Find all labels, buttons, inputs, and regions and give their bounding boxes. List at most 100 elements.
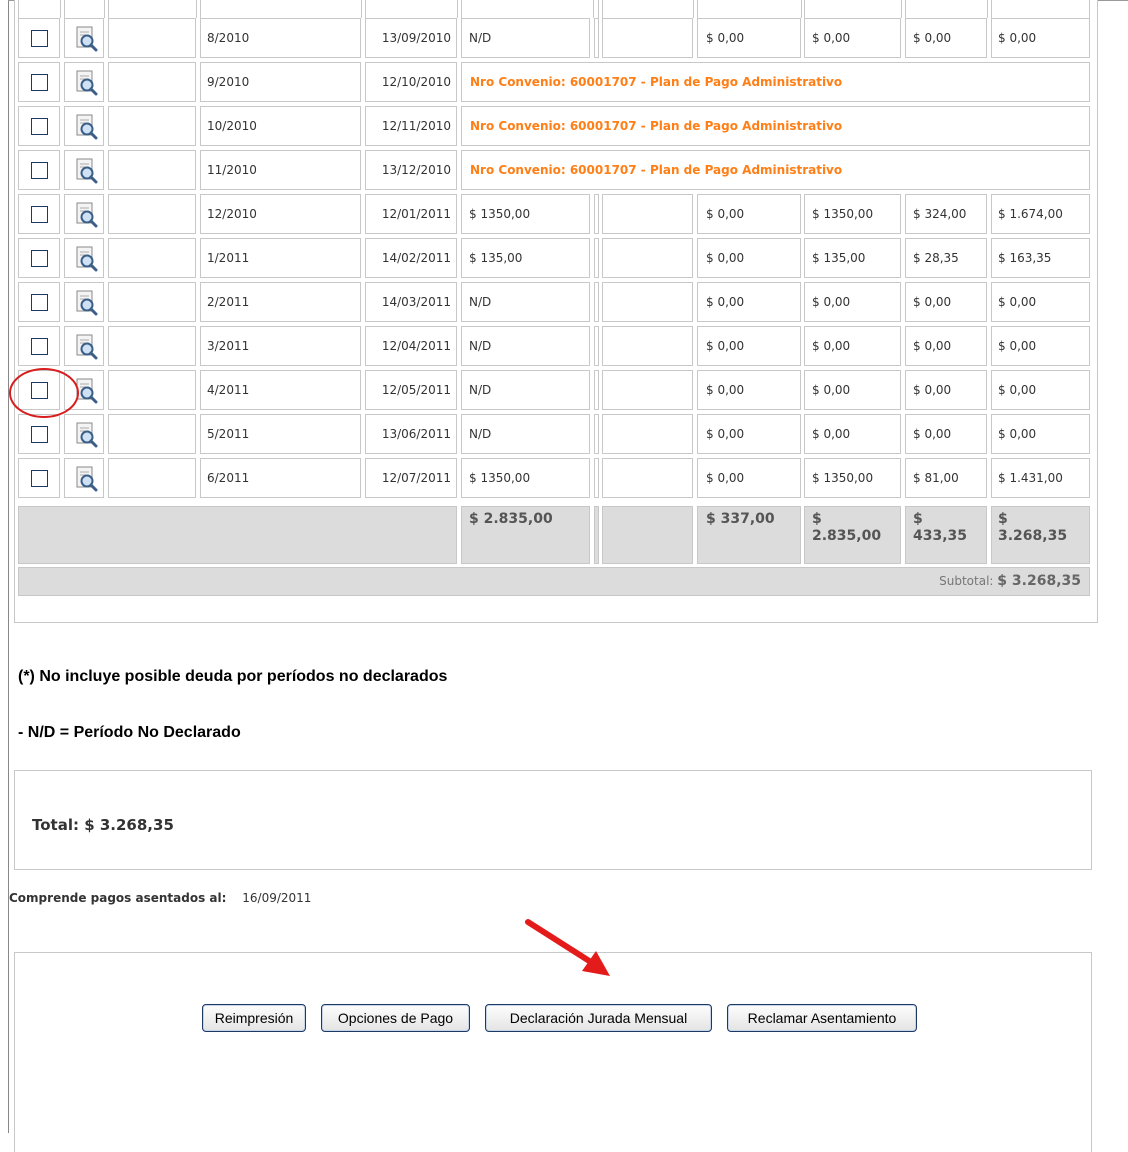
value-cell-1: $ 0,00 <box>697 414 801 454</box>
totals-separator <box>594 506 599 564</box>
separator-cell <box>594 194 599 234</box>
period-cell: 5/2011 <box>200 414 361 454</box>
pagos-date: 16/09/2011 <box>242 891 312 905</box>
value-cell-2: $ 1350,00 <box>804 458 901 498</box>
value-cell-3: $ 0,00 <box>905 18 987 58</box>
row-select-cell <box>18 150 60 190</box>
row-detail-button[interactable] <box>64 238 104 278</box>
table-row: 4/2011 12/05/2011 N/D $ 0,00 $ 0,00 $ 0,00 $ 0… <box>18 370 1090 414</box>
empty-cell <box>602 194 693 234</box>
empty-cell <box>602 282 693 322</box>
empty-cell <box>108 282 196 322</box>
table-row: 11/2010 13/12/2010 Nro Convenio: 60001707 … <box>18 150 1090 194</box>
annotation-circle <box>9 368 79 418</box>
row-checkbox[interactable] <box>31 426 48 443</box>
row-select-cell <box>18 106 60 146</box>
convenio-note: Nro Convenio: 60001707 - Plan de Pago Ad… <box>461 150 1090 190</box>
due-date-cell: 12/11/2010 <box>365 106 457 146</box>
table-row: 10/2010 12/11/2010 Nro Convenio: 60001707 … <box>18 106 1090 150</box>
row-checkbox[interactable] <box>31 74 48 91</box>
table-header-stub <box>18 0 1090 18</box>
total-v4: $ 3.268,35 <box>991 506 1090 564</box>
due-date-cell: 14/03/2011 <box>365 282 457 322</box>
subtotal-row: Subtotal: $ 3.268,35 <box>18 567 1090 596</box>
row-checkbox[interactable] <box>31 470 48 487</box>
importe-cell: N/D <box>461 414 590 454</box>
importe-cell: $ 1350,00 <box>461 194 590 234</box>
table-row: 9/2010 12/10/2010 Nro Convenio: 60001707 -… <box>18 62 1090 106</box>
due-date-cell: 13/06/2011 <box>365 414 457 454</box>
ddjj-mensual-button[interactable]: Declaración Jurada Mensual <box>485 1004 712 1032</box>
reclamar-asentamiento-button[interactable]: Reclamar Asentamiento <box>727 1004 917 1032</box>
total-v4-line2: 3.268,35 <box>998 528 1068 544</box>
due-date-cell: 12/04/2011 <box>365 326 457 366</box>
table-row: 6/2011 12/07/2011 $ 1350,00 $ 0,00 $ 1350,00… <box>18 458 1090 502</box>
empty-cell <box>108 326 196 366</box>
value-cell-1: $ 0,00 <box>697 18 801 58</box>
magnifier-document-icon <box>76 334 98 360</box>
period-cell: 11/2010 <box>200 150 361 190</box>
pagos-label: Comprende pagos asentados al: <box>9 891 227 905</box>
magnifier-document-icon <box>76 158 98 184</box>
period-cell: 10/2010 <box>200 106 361 146</box>
row-select-cell <box>18 326 60 366</box>
separator-cell <box>594 370 599 410</box>
empty-cell <box>108 150 196 190</box>
empty-cell <box>602 370 693 410</box>
total-importe: $ 2.835,00 <box>461 506 590 564</box>
row-detail-button[interactable] <box>64 282 104 322</box>
empty-cell <box>602 18 693 58</box>
row-checkbox[interactable] <box>31 250 48 267</box>
page-frame-left <box>8 0 9 1133</box>
row-checkbox[interactable] <box>31 294 48 311</box>
row-detail-button[interactable] <box>64 458 104 498</box>
row-checkbox[interactable] <box>31 206 48 223</box>
opciones-pago-button[interactable]: Opciones de Pago <box>321 1004 470 1032</box>
empty-cell <box>108 370 196 410</box>
total-v3-line1: $ <box>913 511 923 527</box>
total-v2-line2: 2.835,00 <box>812 528 882 544</box>
separator-cell <box>594 18 599 58</box>
row-select-cell <box>18 282 60 322</box>
value-cell-4: $ 0,00 <box>991 282 1090 322</box>
row-detail-button[interactable] <box>64 194 104 234</box>
row-select-cell <box>18 194 60 234</box>
magnifier-document-icon <box>76 290 98 316</box>
row-detail-button[interactable] <box>64 326 104 366</box>
convenio-note: Nro Convenio: 60001707 - Plan de Pago Ad… <box>461 106 1090 146</box>
value-cell-4: $ 0,00 <box>991 414 1090 454</box>
due-date-cell: 13/12/2010 <box>365 150 457 190</box>
period-cell: 9/2010 <box>200 62 361 102</box>
period-cell: 4/2011 <box>200 370 361 410</box>
separator-cell <box>594 282 599 322</box>
importe-cell: N/D <box>461 282 590 322</box>
row-detail-button[interactable] <box>64 106 104 146</box>
row-detail-button[interactable] <box>64 150 104 190</box>
value-cell-4: $ 0,00 <box>991 326 1090 366</box>
row-detail-button[interactable] <box>64 414 104 454</box>
pagos-asentados: Comprende pagos asentados al: 16/09/2011 <box>9 891 311 905</box>
empty-cell <box>108 414 196 454</box>
empty-cell <box>108 106 196 146</box>
note-no-incluye: (*) No incluye posible deuda por período… <box>18 668 448 685</box>
row-checkbox[interactable] <box>31 162 48 179</box>
row-checkbox[interactable] <box>31 30 48 47</box>
empty-cell <box>602 458 693 498</box>
row-checkbox[interactable] <box>31 338 48 355</box>
row-select-cell <box>18 62 60 102</box>
totals-empty-cell <box>18 506 457 564</box>
actions-panel <box>14 952 1092 1152</box>
total-v2: $ 2.835,00 <box>804 506 901 564</box>
value-cell-1: $ 0,00 <box>697 326 801 366</box>
total-box <box>14 770 1092 870</box>
importe-cell: $ 135,00 <box>461 238 590 278</box>
reimpresion-button[interactable]: Reimpresión <box>202 1004 306 1032</box>
value-cell-3: $ 0,00 <box>905 326 987 366</box>
red-arrow-icon <box>525 919 610 976</box>
row-detail-button[interactable] <box>64 62 104 102</box>
magnifier-document-icon <box>76 246 98 272</box>
row-checkbox[interactable] <box>31 118 48 135</box>
separator-cell <box>594 238 599 278</box>
value-cell-1: $ 0,00 <box>697 370 801 410</box>
row-detail-button[interactable] <box>64 18 104 58</box>
